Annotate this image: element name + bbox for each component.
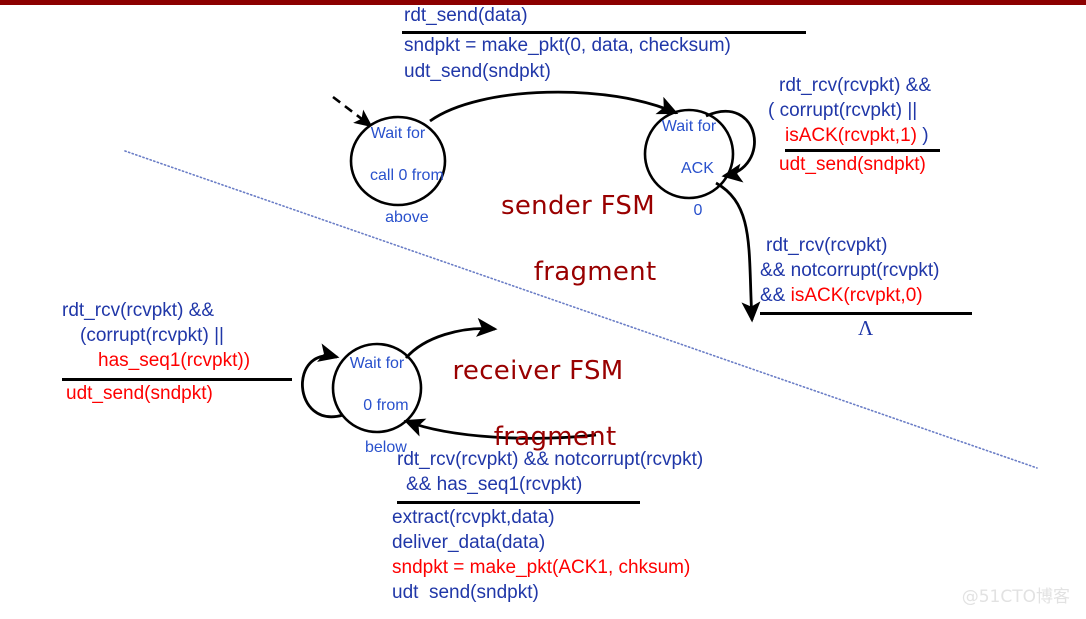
top-accent-bar [0, 0, 1086, 5]
sender-return-trigger-line2: && notcorrupt(rcvpkt) [760, 260, 940, 281]
arrow-send-data [429, 90, 679, 123]
state-label-wait-call0: Wait for call 0 from above [348, 123, 448, 228]
state-label-line: Wait for [661, 118, 717, 135]
receiver-deliver-trigger-line1: rdt_rcv(rcvpkt) && notcorrupt(rcvpkt) [397, 449, 704, 470]
slide-canvas: rdt_send(data) sndpkt = make_pkt(0, data… [0, 0, 1086, 619]
sender-fsm-caption-line1: sender FSM [501, 191, 655, 221]
sender-fsm-caption: sender FSM fragment [483, 190, 673, 289]
sender-return-and-prefix: && [760, 285, 791, 306]
state-label-line: call 0 from [369, 167, 444, 184]
state-label-wait-0-below: Wait for 0 from below [332, 353, 422, 458]
state-label-line: above [385, 209, 429, 226]
start-arrow-dashed [332, 95, 373, 128]
sender-return-action-lambda: Λ [858, 316, 874, 340]
receiver-deliver-action-2: deliver_data(data) [392, 532, 546, 553]
sender-fsm-caption-line2: fragment [533, 257, 657, 287]
receiver-selfloop-trigger-line2: (corrupt(rcvpkt) || [80, 325, 224, 346]
sender-return-rule [760, 312, 972, 315]
state-label-line: ACK [681, 160, 714, 177]
sender-selfloop-trigger-line3: isACK(rcvpkt,1) ) [785, 123, 929, 148]
sender-top-action-2: udt_send(sndpkt) [404, 61, 551, 82]
sender-selfloop-action: udt_send(sndpkt) [779, 154, 926, 175]
receiver-selfloop-trigger-line3: has_seq1(rcvpkt)) [98, 350, 251, 371]
receiver-deliver-action-3: sndpkt = make_pkt(ACK1, chksum) [392, 557, 691, 578]
state-label-line: 0 [693, 202, 703, 219]
receiver-selfloop-trigger-line1: rdt_rcv(rcvpkt) && [62, 300, 215, 321]
state-label-line: Wait for [349, 355, 405, 372]
sender-selfloop-isack-tail: ) [916, 125, 929, 146]
receiver-deliver-action-1: extract(rcvpkt,data) [392, 507, 555, 528]
sender-selfloop-isack: isACK(rcvpkt,1) [785, 125, 917, 146]
receiver-deliver-action-4: udt send(sndpkt) [392, 582, 539, 603]
receiver-deliver-rule [397, 501, 640, 504]
receiver-selfloop-action: udt_send(sndpkt) [66, 383, 213, 404]
sender-return-trigger-line1: rdt_rcv(rcvpkt) [766, 235, 888, 256]
receiver-deliver-trigger-line2: && has_seq1(rcvpkt) [406, 474, 583, 495]
sender-return-trigger-line3: && isACK(rcvpkt,0) [760, 283, 923, 308]
state-label-line: Wait for [370, 125, 426, 142]
sender-top-trigger: rdt_send(data) [404, 5, 528, 26]
receiver-fsm-caption: receiver FSM fragment [428, 355, 648, 454]
sender-selfloop-trigger-line1: rdt_rcv(rcvpkt) && [779, 75, 932, 96]
sender-return-isack: isACK(rcvpkt,0) [790, 285, 923, 306]
sender-selfloop-trigger-line2: ( corrupt(rcvpkt) || [768, 100, 918, 121]
receiver-fsm-caption-line1: receiver FSM [452, 356, 624, 386]
state-label-line: 0 from [363, 397, 409, 414]
sender-top-action-1: sndpkt = make_pkt(0, data, checksum) [404, 35, 731, 56]
watermark-label: @51CTO博客 [961, 587, 1070, 607]
